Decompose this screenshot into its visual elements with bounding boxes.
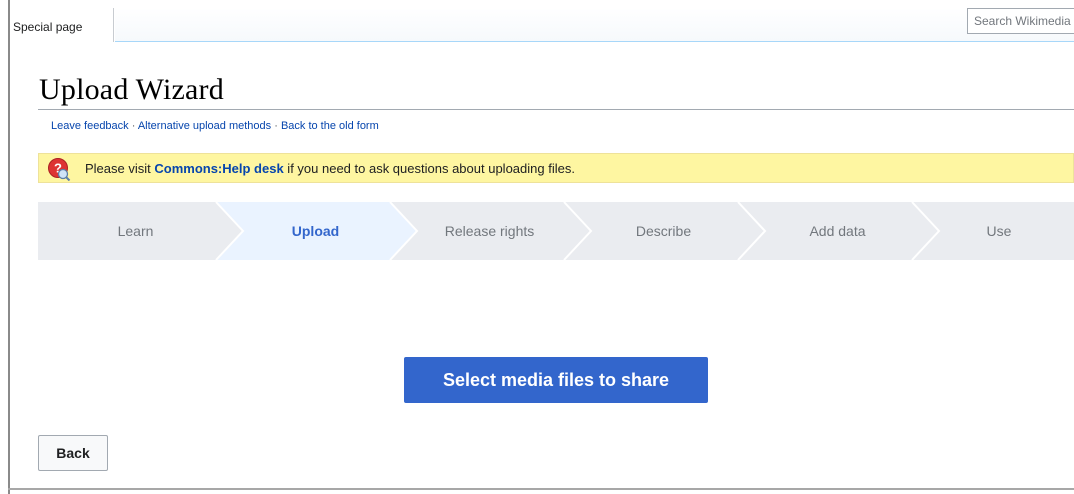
step-learn: Learn [117,223,154,239]
step-add-data: Add data [809,223,866,239]
header-links: Leave feedback · Alternative upload meth… [51,120,379,132]
step-use: Use [986,223,1012,239]
title-divider [38,109,1074,110]
notice-text: Please visit Commons:Help desk if you ne… [85,161,575,176]
main-content: Upload Wizard Leave feedback · Alternati… [10,42,1074,488]
step-describe: Describe [635,223,692,239]
step-upload: Upload [291,223,340,239]
step-release-rights: Release rights [444,223,535,239]
help-notice-banner: ? Please visit Commons:Help desk if you … [38,153,1074,183]
tab-special-page[interactable]: Special page [10,8,114,42]
select-media-files-button[interactable]: Select media files to share [404,357,708,403]
help-question-icon: ? [48,158,71,181]
help-desk-link[interactable]: Commons:Help desk [154,161,283,176]
notice-prefix: Please visit [85,161,155,176]
back-button[interactable]: Back [38,435,108,471]
link-separator: · [128,120,138,132]
tab-bar-background [115,8,1074,41]
tab-bar: Special page Search Wikimedia Commons [10,8,1074,42]
browser-viewport: Special page Search Wikimedia Commons Up… [0,0,1074,494]
leave-feedback-link[interactable]: Leave feedback [51,120,129,132]
page-title: Upload Wizard [39,73,224,106]
old-form-link[interactable]: Back to the old form [281,120,379,132]
link-separator: · [271,120,281,132]
alternative-upload-methods-link[interactable]: Alternative upload methods [138,120,271,132]
notice-suffix: if you need to ask questions about uploa… [283,161,575,176]
search-input[interactable]: Search Wikimedia Commons [967,8,1074,34]
wizard-steps: Learn Upload Release rights Describe Add… [38,202,1074,260]
content-bottom-border [8,488,1074,490]
